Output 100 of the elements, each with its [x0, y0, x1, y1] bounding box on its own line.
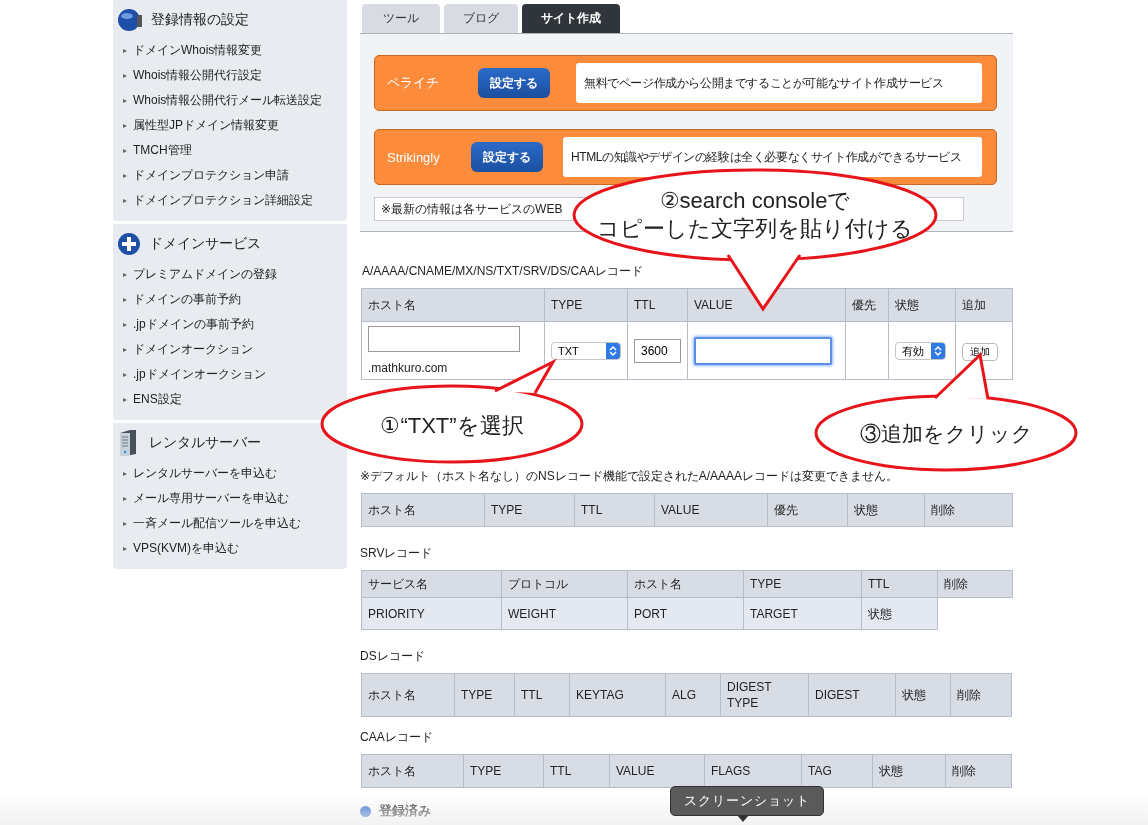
column-header: サービス名	[361, 570, 502, 598]
tab[interactable]: ブログ	[444, 4, 518, 33]
sidebar-link[interactable]: プレミアムドメインの登録	[113, 262, 347, 287]
column-header: TYPE	[463, 754, 544, 788]
table-cell: PORT	[627, 597, 744, 630]
column-header: TTL	[627, 288, 688, 322]
callout-text: ①“TXT”を選択	[380, 413, 524, 438]
sidebar-link[interactable]: .jpドメインの事前予約	[113, 312, 347, 337]
column-header: 削除	[950, 673, 1012, 717]
column-header: ホスト名	[361, 754, 464, 788]
sidebar-heading: レンタルサーバー	[149, 434, 261, 452]
column-header: VALUE	[687, 288, 846, 322]
bullet-icon	[123, 471, 127, 476]
section-heading: 登録済み	[379, 802, 431, 820]
bullet-icon	[123, 496, 127, 501]
column-header: TYPE	[743, 570, 862, 598]
bullet-icon	[123, 173, 127, 178]
sidebar-link[interactable]: ドメインオークション	[113, 337, 347, 362]
column-header: ホスト名	[361, 493, 485, 527]
bullet-icon	[360, 805, 371, 817]
bullet-icon	[123, 297, 127, 302]
column-header: ALG	[665, 673, 721, 717]
column-header: ホスト名	[627, 570, 744, 598]
column-header: DIGEST	[808, 673, 896, 717]
table-cell: TARGET	[743, 597, 862, 630]
table-cell: 状態	[861, 597, 938, 630]
sidebar-link[interactable]: レンタルサーバーを申込む	[113, 461, 347, 486]
column-header: TYPE	[544, 288, 628, 322]
column-header: 削除	[924, 493, 1013, 527]
sidebar-link[interactable]: 属性型JPドメイン情報変更	[113, 113, 347, 138]
service-name: ペライチ	[387, 74, 440, 92]
section-title: CAAレコード	[360, 729, 434, 746]
bullet-icon	[123, 322, 127, 327]
column-header: FLAGS	[704, 754, 802, 788]
column-header: VALUE	[609, 754, 705, 788]
column-header: 状態	[895, 673, 951, 717]
section-title: SRVレコード	[360, 545, 434, 562]
callout-text: ③追加をクリック	[859, 422, 1033, 445]
tooltip-pointer	[737, 815, 749, 822]
bullet-icon	[123, 347, 127, 352]
globe-icon	[117, 7, 143, 33]
bullet-icon	[123, 272, 127, 277]
service-name: Strikingly	[387, 149, 441, 165]
sidebar-link[interactable]: Whois情報公開代行メール転送設定	[113, 88, 347, 113]
column-header: DIGEST TYPE	[720, 673, 809, 717]
column-header: プロトコル	[501, 570, 628, 598]
column-header: TYPE	[454, 673, 515, 717]
sidebar-link[interactable]: .jpドメインオークション	[113, 362, 347, 387]
column-header: TTL	[574, 493, 655, 527]
tab[interactable]: ツール	[362, 4, 440, 33]
column-header: TTL	[514, 673, 570, 717]
sidebar-link[interactable]: ドメインの事前予約	[113, 287, 347, 312]
bullet-icon	[123, 521, 127, 526]
tab[interactable]: サイト作成	[522, 4, 620, 33]
column-header: 優先	[767, 493, 848, 527]
bullet-icon	[123, 372, 127, 377]
sidebar-link[interactable]: ENS設定	[113, 387, 347, 412]
column-header: TAG	[801, 754, 873, 788]
bullet-icon	[123, 546, 127, 551]
sidebar-link[interactable]: ドメインプロテクション申請	[113, 163, 347, 188]
sidebar-heading: 登録情報の設定	[151, 11, 249, 29]
sidebar-link[interactable]: メール専用サーバーを申込む	[113, 486, 347, 511]
sidebar-link[interactable]: 一斉メール配信ツールを申込む	[113, 511, 347, 536]
column-header: KEYTAG	[569, 673, 666, 717]
status-select[interactable]: 有効	[895, 342, 946, 361]
column-header: 状態	[847, 493, 925, 527]
column-header: TYPE	[484, 493, 575, 527]
column-header: 状態	[888, 288, 956, 322]
ttl-input[interactable]: 3600	[634, 338, 681, 363]
sidebar-link[interactable]: TMCH管理	[113, 138, 347, 163]
service-description: HTMLの知識やデザインの経験は全く必要なくサイト作成ができるサービス	[563, 137, 982, 177]
sidebar-link[interactable]: VPS(KVM)を申込む	[113, 536, 347, 561]
table-cell: WEIGHT	[501, 597, 628, 630]
sidebar-link[interactable]: ドメインプロテクション詳細設定	[113, 188, 347, 213]
select-arrows-icon	[609, 345, 617, 357]
domain-suffix: .mathkuro.com	[368, 361, 449, 375]
bullet-icon	[123, 397, 127, 402]
plus-icon	[117, 232, 141, 256]
bullet-icon	[123, 148, 127, 153]
bullet-icon	[123, 198, 127, 203]
column-header: ホスト名	[361, 288, 545, 322]
host-input[interactable]	[368, 326, 520, 352]
table-cell: PRIORITY	[361, 597, 502, 630]
column-header: 削除	[945, 754, 1012, 788]
service-description: 無料でページ作成から公開まですることが可能なサイト作成サービス	[576, 63, 982, 103]
bullet-icon	[123, 98, 127, 103]
type-select[interactable]: TXT	[551, 342, 621, 360]
column-header: 削除	[937, 570, 1013, 598]
add-button[interactable]: 追加	[962, 342, 998, 361]
column-header: 優先	[845, 288, 889, 322]
column-header: TTL	[543, 754, 610, 788]
column-header: ホスト名	[361, 673, 455, 717]
setup-button[interactable]: 設定する	[471, 142, 543, 172]
column-header: TTL	[861, 570, 938, 598]
column-header: 状態	[872, 754, 946, 788]
setup-button[interactable]: 設定する	[478, 68, 550, 98]
value-input[interactable]	[694, 336, 832, 365]
sidebar-link[interactable]: Whois情報公開代行設定	[113, 63, 347, 88]
sidebar-link[interactable]: ドメインWhois情報変更	[113, 38, 347, 63]
select-arrows-icon	[934, 345, 942, 358]
